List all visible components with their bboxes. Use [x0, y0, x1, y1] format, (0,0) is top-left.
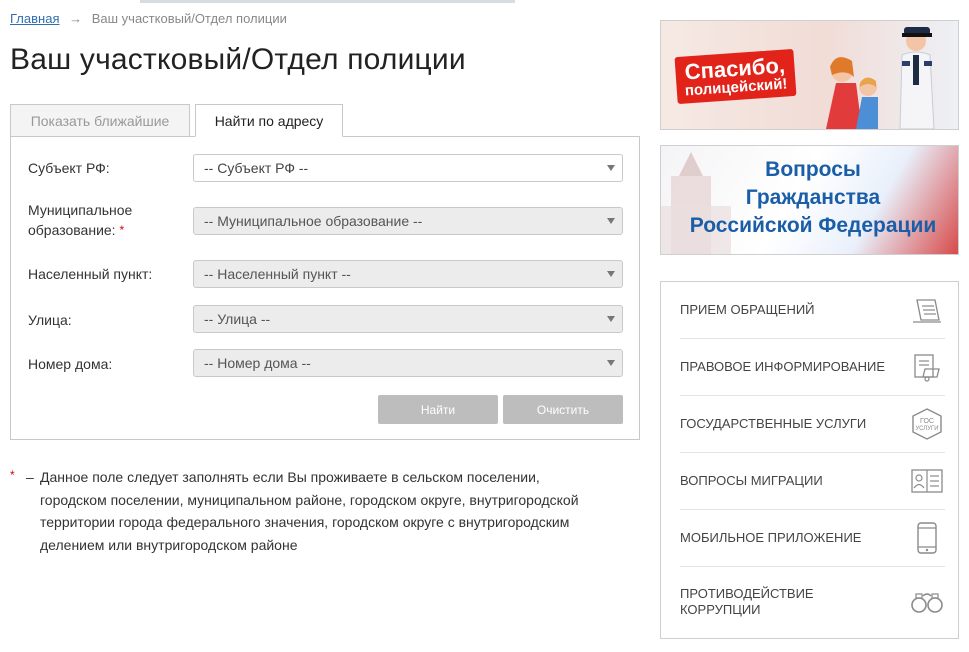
menu-item-label: Вопросы миграции [680, 473, 823, 488]
passport-icon [909, 463, 945, 499]
menu-item-mobile-app[interactable]: Мобильное приложение [680, 510, 945, 567]
menu-item-anti-corruption[interactable]: Противодействие коррупции [680, 567, 945, 637]
required-field-note: * – Данное поле следует заполнять если В… [10, 466, 635, 556]
top-divider [140, 0, 515, 3]
chevron-down-icon [607, 360, 615, 366]
police-family-illustration [826, 27, 935, 129]
menu-item-appeals[interactable]: Прием обращений [680, 282, 945, 339]
address-search-form: Субъект РФ: -- Субъект РФ -- Муниципальн… [10, 136, 640, 440]
house-number-select[interactable]: -- Номер дома -- [193, 349, 623, 377]
breadcrumb-home-link[interactable]: Главная [10, 11, 59, 26]
menu-item-label-line2: коррупции [680, 602, 761, 617]
municipality-select-value: -- Муниципальное образование -- [204, 213, 423, 229]
menu-item-label: Противодействие коррупции [680, 586, 814, 618]
side-menu: Прием обращений Правовое информирование [660, 281, 959, 639]
footnote-line: территории города федерального значения,… [40, 514, 570, 530]
footnote-line: Данное поле следует заполнять если Вы пр… [40, 469, 540, 485]
menu-item-legal-info[interactable]: Правовое информирование [680, 339, 945, 396]
required-mark: * [119, 223, 125, 237]
footnote-line: городском поселении, муниципальном район… [40, 491, 579, 508]
footnote-line: делением или внутригородском районе [40, 536, 298, 553]
citizenship-banner-text: Вопросы Гражданства Российской Федерации [673, 156, 953, 240]
svg-text:УСЛУГИ: УСЛУГИ [915, 426, 938, 432]
menu-item-gov-services[interactable]: Государственные услуги ГОС УСЛУГИ [680, 396, 945, 453]
document-pen-icon [909, 292, 945, 328]
subject-label: Субъект РФ: [28, 160, 110, 176]
breadcrumb-current: Ваш участковый/Отдел полиции [91, 11, 287, 26]
chevron-down-icon [607, 218, 615, 224]
gosuslugi-icon: ГОС УСЛУГИ [909, 406, 945, 442]
tab-find-by-address[interactable]: Найти по адресу [195, 104, 343, 137]
smartphone-icon [909, 520, 945, 556]
menu-item-label: Государственные услуги [680, 416, 867, 431]
papers-icon [909, 349, 945, 385]
municipality-label-line1: Муниципальное [28, 202, 133, 218]
chevron-down-icon [607, 165, 615, 171]
settlement-select-value: -- Населенный пункт -- [204, 266, 351, 282]
tab-show-nearest[interactable]: Показать ближайшие [10, 104, 190, 137]
street-select[interactable]: -- Улица -- [193, 305, 623, 333]
municipality-select[interactable]: -- Муниципальное образование -- [193, 207, 623, 235]
page-title: Ваш участковый/Отдел полиции [10, 43, 466, 76]
settlement-label: Населенный пункт: [28, 266, 153, 282]
municipality-label-line2: образование: [28, 222, 116, 238]
menu-item-label-line1: Противодействие [680, 586, 814, 601]
citizen-line2: Гражданства [745, 186, 881, 209]
chevron-down-icon [607, 271, 615, 277]
svg-text:ГОС: ГОС [920, 418, 934, 425]
menu-item-label: Мобильное приложение [680, 530, 862, 545]
chevron-down-icon [607, 316, 615, 322]
street-select-value: -- Улица -- [204, 311, 271, 327]
subject-select-value: -- Субъект РФ -- [204, 160, 309, 176]
citizen-line3: Российской Федерации [689, 214, 937, 237]
breadcrumb-separator: → [69, 11, 83, 26]
clear-button[interactable]: Очистить [503, 395, 623, 424]
settlement-select[interactable]: -- Населенный пункт -- [193, 260, 623, 288]
menu-item-migration[interactable]: Вопросы миграции [680, 453, 945, 510]
breadcrumb: Главная → Ваш участковый/Отдел полиции [10, 11, 287, 26]
citizenship-banner[interactable]: Вопросы Гражданства Российской Федерации [660, 145, 959, 255]
footnote-dash: – [26, 469, 34, 485]
municipality-label: Муниципальное образование: * [28, 200, 132, 240]
find-button[interactable]: Найти [378, 395, 498, 424]
thanks-police-banner[interactable]: Спасибо, полицейский! [660, 20, 959, 130]
house-number-label: Номер дома: [28, 356, 113, 372]
street-label: Улица: [28, 312, 72, 328]
subject-select[interactable]: -- Субъект РФ -- [193, 154, 623, 182]
menu-item-label: Правовое информирование [680, 359, 886, 374]
handcuffs-icon [909, 584, 945, 620]
menu-item-label: Прием обращений [680, 302, 815, 317]
footnote-star: * [10, 468, 15, 482]
citizen-line1: Вопросы [765, 158, 861, 181]
thanks-police-label: Спасибо, полицейский! [674, 48, 797, 104]
house-number-select-value: -- Номер дома -- [204, 355, 311, 371]
